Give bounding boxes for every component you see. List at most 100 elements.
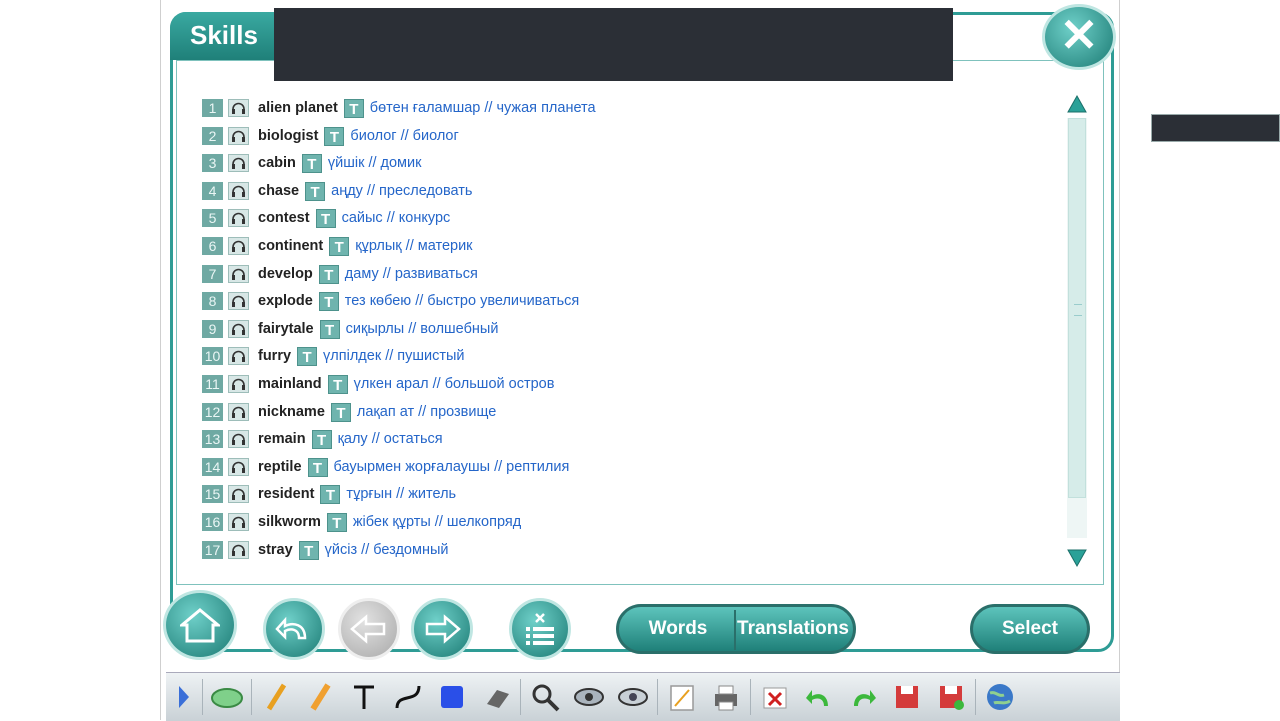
print-icon[interactable] — [704, 677, 748, 717]
word-text[interactable]: remain — [258, 431, 306, 447]
translate-button[interactable]: T — [320, 484, 341, 504]
headphones-icon[interactable] — [228, 320, 249, 338]
word-text[interactable]: continent — [258, 238, 323, 254]
translations-button[interactable]: Translations — [736, 604, 850, 654]
translation-text: үйшік // домик — [327, 155, 422, 171]
word-text[interactable]: biologist — [258, 128, 318, 144]
headphones-icon[interactable] — [228, 99, 249, 117]
word-row: 5 contest Tсайыс // конкурс — [202, 207, 450, 229]
menu-button[interactable] — [509, 598, 571, 660]
translate-button[interactable]: T — [330, 402, 351, 422]
globe-icon[interactable] — [978, 677, 1022, 717]
reveal-icon[interactable] — [611, 677, 655, 717]
scroll-up-button[interactable] — [1066, 93, 1088, 115]
translate-button[interactable]: T — [305, 181, 326, 201]
eraser-icon[interactable] — [474, 677, 518, 717]
translate-button[interactable]: T — [298, 540, 319, 560]
play-icon[interactable] — [166, 677, 200, 717]
redo-icon[interactable] — [841, 677, 885, 717]
headphones-icon[interactable] — [228, 209, 249, 227]
headphones-icon[interactable] — [228, 265, 249, 283]
headphones-icon[interactable] — [228, 541, 249, 559]
save-icon[interactable] — [885, 677, 929, 717]
word-row: 6 continent Tқұрлық // материк — [202, 235, 473, 257]
word-text[interactable]: mainland — [258, 376, 322, 392]
previous-button[interactable] — [338, 598, 400, 660]
notepad-icon[interactable] — [660, 677, 704, 717]
translate-button[interactable]: T — [311, 429, 332, 449]
word-number: 7 — [202, 265, 223, 283]
translate-button[interactable]: T — [343, 98, 364, 118]
word-text[interactable]: furry — [258, 348, 291, 364]
translate-button[interactable]: T — [301, 153, 322, 173]
word-number: 17 — [202, 541, 223, 559]
word-row: 4 chase Tаңду // преследовать — [202, 180, 472, 202]
translate-button[interactable]: T — [326, 512, 347, 532]
headphones-icon[interactable] — [228, 485, 249, 503]
translate-button[interactable]: T — [307, 457, 328, 477]
home-button[interactable] — [163, 590, 237, 660]
headphones-icon[interactable] — [228, 513, 249, 531]
undo-icon[interactable] — [797, 677, 841, 717]
toolbar-divider — [975, 679, 976, 715]
word-row: 14 reptile Tбауырмен жорғалаушы // рептили… — [202, 456, 569, 478]
word-number: 16 — [202, 513, 223, 531]
headphones-icon[interactable] — [228, 182, 249, 200]
translation-text: үлкен арал // большой остров — [353, 376, 555, 392]
rectangle-icon[interactable] — [430, 677, 474, 717]
word-text[interactable]: develop — [258, 266, 313, 282]
save-as-icon[interactable] — [929, 677, 973, 717]
scroll-down-button[interactable] — [1066, 547, 1088, 569]
text-icon[interactable] — [342, 677, 386, 717]
arrow-down-icon — [1067, 549, 1087, 568]
translate-button[interactable]: T — [318, 264, 339, 284]
word-text[interactable]: explode — [258, 293, 313, 309]
clear-icon[interactable] — [753, 677, 797, 717]
scrollbar-grip-icon — [1074, 304, 1082, 316]
headphones-icon[interactable] — [228, 292, 249, 310]
word-text[interactable]: reptile — [258, 459, 302, 475]
headphones-icon[interactable] — [228, 237, 249, 255]
highlighter-icon[interactable] — [298, 677, 342, 717]
headphones-icon[interactable] — [228, 154, 249, 172]
words-button[interactable]: Words — [622, 604, 734, 654]
word-text[interactable]: stray — [258, 542, 293, 558]
word-text[interactable]: alien planet — [258, 100, 338, 116]
spotlight-icon[interactable] — [567, 677, 611, 717]
close-button[interactable]: ✕ — [1042, 4, 1116, 70]
page-title: Skills — [170, 12, 274, 60]
translate-button[interactable]: T — [319, 319, 340, 339]
word-row: 11 mainland Tүлкен арал // большой остров — [202, 373, 554, 395]
word-text[interactable]: cabin — [258, 155, 296, 171]
magnifier-icon[interactable] — [523, 677, 567, 717]
headphones-icon[interactable] — [228, 403, 249, 421]
translate-button[interactable]: T — [318, 291, 339, 311]
word-number: 3 — [202, 154, 223, 172]
translate-button[interactable]: T — [324, 126, 345, 146]
translate-button[interactable]: T — [297, 346, 318, 366]
arrow-up-icon — [1067, 94, 1087, 113]
headphones-icon[interactable] — [228, 127, 249, 145]
toolbar-divider — [202, 679, 203, 715]
back-history-button[interactable] — [263, 598, 325, 660]
translate-button[interactable]: T — [315, 208, 336, 228]
word-number: 10 — [202, 347, 223, 365]
translate-button[interactable]: T — [327, 374, 348, 394]
word-text[interactable]: silkworm — [258, 514, 321, 530]
headphones-icon[interactable] — [228, 458, 249, 476]
headphones-icon[interactable] — [228, 347, 249, 365]
translate-button[interactable]: T — [329, 236, 350, 256]
word-text[interactable]: fairytale — [258, 321, 314, 337]
headphones-icon[interactable] — [228, 375, 249, 393]
mouse-icon[interactable] — [205, 677, 249, 717]
word-text[interactable]: chase — [258, 183, 299, 199]
word-text[interactable]: contest — [258, 210, 310, 226]
headphones-icon[interactable] — [228, 430, 249, 448]
next-button[interactable] — [411, 598, 473, 660]
word-text[interactable]: nickname — [258, 404, 325, 420]
word-text[interactable]: resident — [258, 486, 314, 502]
freehand-icon[interactable] — [386, 677, 430, 717]
select-button[interactable]: Select — [970, 604, 1090, 654]
pencil-icon[interactable] — [254, 677, 298, 717]
translation-text: құрлық // материк — [355, 238, 473, 254]
